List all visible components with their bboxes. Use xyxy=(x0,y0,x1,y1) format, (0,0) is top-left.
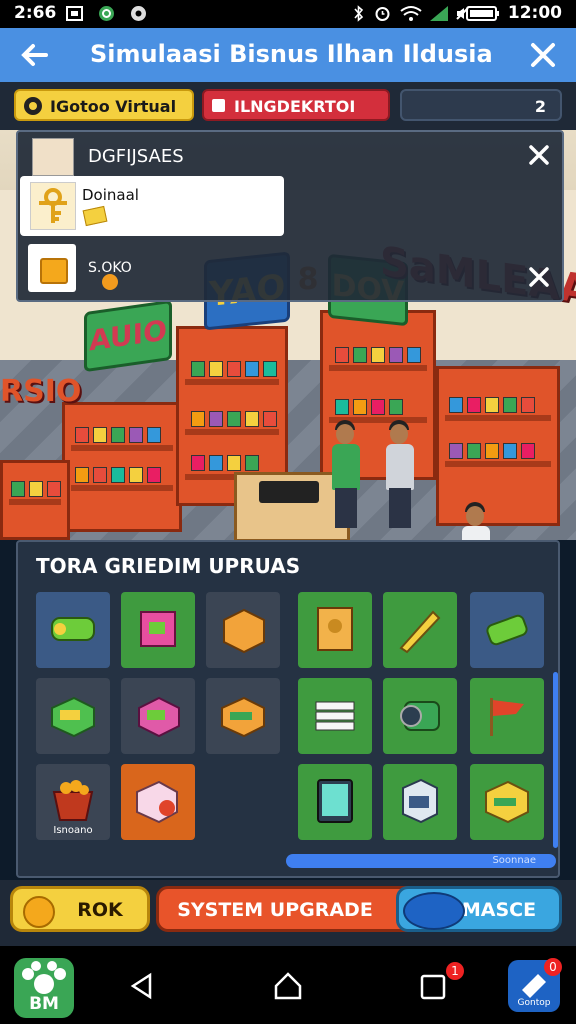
green-crate-icon xyxy=(51,696,95,738)
store-sign-isio: RSIO xyxy=(0,374,82,409)
page-title: Simulaasi Bisnus Ilhan Ildusia xyxy=(90,40,493,68)
pink-box-icon xyxy=(140,611,176,647)
upgrade-tile[interactable] xyxy=(206,592,280,668)
action-bar: ROK SYSTEM UPGRADE MASCE xyxy=(0,880,576,946)
store-sign-auio: AUIO xyxy=(84,299,172,373)
app-bar: Simulaasi Bisnus Ilhan Ildusia xyxy=(0,28,576,82)
orange-dot-icon xyxy=(102,274,118,290)
yellow-box-icon xyxy=(485,780,529,824)
resource-bar: IGotoo Virtual ILNGDEKRTOI 2 xyxy=(0,82,576,130)
close-icon[interactable] xyxy=(528,144,550,166)
system-upgrade-button[interactable]: SYSTEM UPGRADE xyxy=(156,886,428,932)
golden-key-icon xyxy=(30,182,76,230)
horizontal-scrollbar-label: Soonnae xyxy=(492,855,536,866)
recents-square-icon[interactable] xyxy=(420,974,446,1000)
upgrade-tile[interactable] xyxy=(470,764,544,840)
upgrade-tile[interactable] xyxy=(36,678,110,754)
coin-icon xyxy=(24,97,42,115)
juice-box-icon xyxy=(402,778,438,824)
status-chip[interactable]: ILNGDEKRTOI xyxy=(202,89,390,121)
ok-button[interactable]: ROK xyxy=(10,886,150,932)
camera-lens-icon xyxy=(400,701,440,731)
upgrade-tile[interactable] xyxy=(383,678,457,754)
upgrade-tile[interactable] xyxy=(383,592,457,668)
counter-value: 2 xyxy=(534,97,546,116)
orange-box-icon xyxy=(221,696,265,738)
status-bar: 2:66 12:00 xyxy=(0,0,576,28)
cardboard-box-icon xyxy=(317,607,353,651)
notification-popup: DGFIJSAES Doinaal S.OKO xyxy=(16,130,564,302)
status-time: 2:66 xyxy=(14,3,57,23)
alert-icon xyxy=(212,99,225,112)
upgrade-tile[interactable]: Isnoano xyxy=(36,764,110,840)
upgrade-tile[interactable] xyxy=(206,678,280,754)
status-chip-label: ILNGDEKRTOI xyxy=(234,97,356,116)
ticket-icon xyxy=(82,205,108,227)
home-icon[interactable] xyxy=(272,970,304,1002)
signal-icon xyxy=(430,6,448,21)
close-icon[interactable] xyxy=(528,266,550,288)
shelf-unit[interactable] xyxy=(62,402,182,532)
cash-register-icon xyxy=(259,481,319,503)
screenshot-icon xyxy=(66,6,83,21)
ok-button-label: ROK xyxy=(77,899,123,921)
horizontal-scrollbar[interactable]: Soonnae xyxy=(286,854,556,868)
back-arrow-icon[interactable] xyxy=(18,38,52,72)
store-thumbnail-icon xyxy=(32,138,74,176)
tile-caption: Isnoano xyxy=(53,825,93,836)
vertical-scrollbar[interactable] xyxy=(553,672,558,848)
whatsapp-icon xyxy=(99,6,114,21)
close-icon[interactable] xyxy=(526,38,560,72)
smiley-icon xyxy=(23,896,55,928)
orange-crate-icon xyxy=(223,608,265,654)
upgrade-tile[interactable] xyxy=(298,592,372,668)
masce-button[interactable]: MASCE xyxy=(396,886,562,932)
food-bowl-icon xyxy=(52,780,94,821)
popup-title: DGFIJSAES xyxy=(88,146,184,167)
upgrade-tile[interactable] xyxy=(121,678,195,754)
upgrade-tile[interactable] xyxy=(383,764,457,840)
bluetooth-icon xyxy=(354,5,364,22)
app-badge: 0 xyxy=(544,958,562,976)
snack-box-icon xyxy=(136,780,178,824)
upgrade-tile[interactable] xyxy=(36,592,110,668)
virtual-currency-chip[interactable]: IGotoo Virtual xyxy=(14,89,194,121)
flag-icon xyxy=(490,698,524,736)
upgrade-tile[interactable] xyxy=(298,678,372,754)
paper-stack-icon xyxy=(315,701,355,731)
green-can-icon xyxy=(486,614,528,646)
upgrade-panel: TORA GRIEDIM UPRUAS Isnoano Soonnae xyxy=(16,540,560,878)
alarm-icon xyxy=(375,7,390,21)
gontop-app-label: Gontop xyxy=(517,998,551,1008)
upgrade-tile[interactable] xyxy=(298,764,372,840)
virtual-currency-label: IGotoo Virtual xyxy=(50,97,177,116)
upgrade-tile[interactable] xyxy=(121,592,195,668)
settings-icon xyxy=(131,6,146,21)
notification-card[interactable]: Doinaal xyxy=(20,176,284,236)
back-triangle-icon[interactable] xyxy=(128,972,156,1000)
shopping-bag-icon xyxy=(40,258,68,284)
shelf-unit[interactable] xyxy=(436,366,560,526)
notification-card-label: Doinaal xyxy=(82,186,139,204)
counter-chip: 2 xyxy=(400,89,562,121)
oval-toggle-icon xyxy=(403,892,465,930)
panel-title: TORA GRIEDIM UPRUAS xyxy=(36,554,301,578)
upgrade-tile[interactable] xyxy=(470,592,544,668)
shelf-unit[interactable] xyxy=(0,460,70,540)
tablet-icon xyxy=(317,779,353,823)
status-clock: 12:00 xyxy=(507,3,562,23)
notification-badge: 1 xyxy=(446,962,464,980)
pencil-icon xyxy=(399,610,441,654)
upgrade-tile[interactable] xyxy=(470,678,544,754)
system-upgrade-label: SYSTEM UPGRADE xyxy=(177,899,373,921)
wifi-icon xyxy=(400,6,422,21)
bm-app-icon[interactable]: BM xyxy=(14,958,74,1018)
green-tube-icon xyxy=(51,617,95,641)
upgrade-tile[interactable] xyxy=(121,764,195,840)
system-nav-bar: BM 1 Gontop 0 xyxy=(0,946,576,1024)
gift-box-icon xyxy=(138,696,180,738)
bm-app-label: BM xyxy=(29,994,59,1014)
battery-icon xyxy=(466,6,499,21)
masce-button-label: MASCE xyxy=(461,899,537,921)
